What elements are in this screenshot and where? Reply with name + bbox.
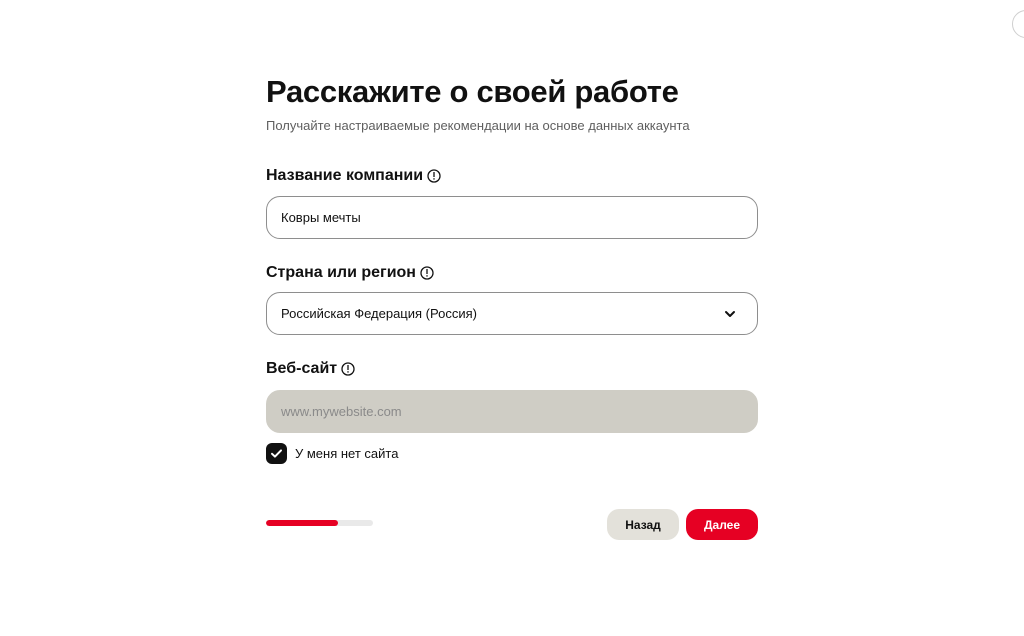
country-selected-value: Российская Федерация (Россия) <box>281 306 477 321</box>
info-icon[interactable] <box>427 169 441 183</box>
info-icon[interactable] <box>420 266 434 280</box>
info-icon[interactable] <box>341 362 355 376</box>
business-info-form: Расскажите о своей работе Получайте наст… <box>266 72 758 540</box>
no-website-checkbox-row[interactable]: У меня нет сайта <box>266 443 398 464</box>
country-field-label: Страна или регион <box>266 263 434 283</box>
no-website-checkbox[interactable] <box>266 443 287 464</box>
back-button[interactable]: Назад <box>607 509 679 540</box>
page: Расскажите о своей работе Получайте наст… <box>0 0 1024 636</box>
website-label-text: Веб-сайт <box>266 360 338 377</box>
country-label-text: Страна или регион <box>266 264 416 281</box>
progress-bar <box>266 520 373 526</box>
progress-bar-fill <box>266 520 338 526</box>
website-input[interactable]: www.mywebsite.com <box>266 390 758 433</box>
website-placeholder: www.mywebsite.com <box>281 404 402 419</box>
page-title: Расскажите о своей работе <box>266 74 679 109</box>
country-select[interactable]: Российская Федерация (Россия) <box>266 292 758 335</box>
company-field-label: Название компании <box>266 166 441 186</box>
checkmark-icon <box>271 449 282 458</box>
company-label-text: Название компании <box>266 167 424 184</box>
company-name-input[interactable]: Ковры мечты <box>266 196 758 239</box>
company-name-value: Ковры мечты <box>281 210 361 225</box>
profile-avatar-icon[interactable] <box>1012 10 1024 38</box>
chevron-down-icon <box>725 310 735 317</box>
no-website-label: У меня нет сайта <box>295 446 399 461</box>
website-field-label: Веб-сайт <box>266 359 355 379</box>
page-subtitle: Получайте настраиваемые рекомендации на … <box>266 118 690 133</box>
next-button[interactable]: Далее <box>686 509 758 540</box>
